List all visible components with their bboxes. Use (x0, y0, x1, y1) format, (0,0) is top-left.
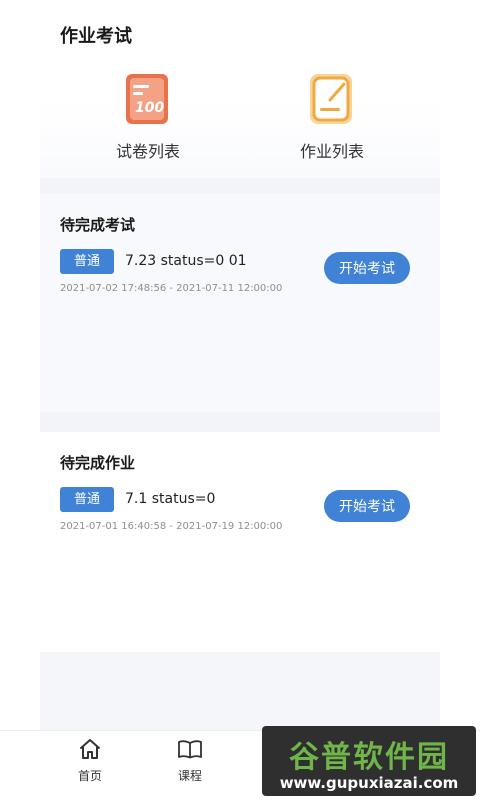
homework-list-button[interactable]: 作业列表 (262, 72, 402, 162)
homework-edit-icon (308, 72, 356, 126)
nav-label-home: 首页 (77, 769, 102, 783)
nav-item-course[interactable]: 课程 (160, 737, 220, 784)
svg-text:100: 100 (135, 100, 164, 116)
section-divider (40, 178, 440, 194)
homework-name: 7.1 status=0 (125, 491, 216, 507)
type-badge: 普通 (60, 249, 114, 274)
home-icon (80, 739, 100, 759)
pending-homework-section: 待完成作业 普通 7.1 status=0 2021-07-01 16:40:5… (40, 432, 440, 650)
pending-exam-section: 待完成考试 普通 7.23 status=0 01 2021-07-02 17:… (40, 194, 440, 412)
nav-label-course: 课程 (177, 769, 202, 783)
exam-list-label: 试卷列表 (115, 142, 180, 161)
exam-paper-icon: 100 (124, 72, 172, 126)
homework-list-label: 作业列表 (299, 142, 364, 161)
page-title: 作业考试 (60, 26, 132, 47)
nav-item-home[interactable]: 首页 (60, 737, 120, 784)
exam-time-range: 2021-07-02 17:48:56 - 2021-07-11 12:00:0… (60, 283, 283, 294)
start-exam-button[interactable]: 开始考试 (324, 252, 410, 284)
start-homework-button[interactable]: 开始考试 (324, 490, 410, 522)
type-badge: 普通 (60, 487, 114, 512)
homework-time-range: 2021-07-01 16:40:58 - 2021-07-19 12:00:0… (60, 521, 283, 532)
exam-list-button[interactable]: 100 试卷列表 (78, 72, 218, 162)
section-divider (40, 412, 440, 432)
section-title: 待完成考试 (60, 216, 136, 234)
watermark: 谷普软件园 www.gupuxiazai.com (262, 726, 476, 796)
exam-name: 7.23 status=0 01 (125, 253, 247, 269)
section-title: 待完成作业 (60, 454, 136, 472)
book-icon (178, 740, 202, 759)
watermark-url: www.gupuxiazai.com (279, 774, 459, 792)
quick-actions: 100 试卷列表 作业列表 (40, 60, 440, 178)
empty-area (40, 652, 440, 732)
watermark-title: 谷普软件园 (289, 740, 449, 775)
